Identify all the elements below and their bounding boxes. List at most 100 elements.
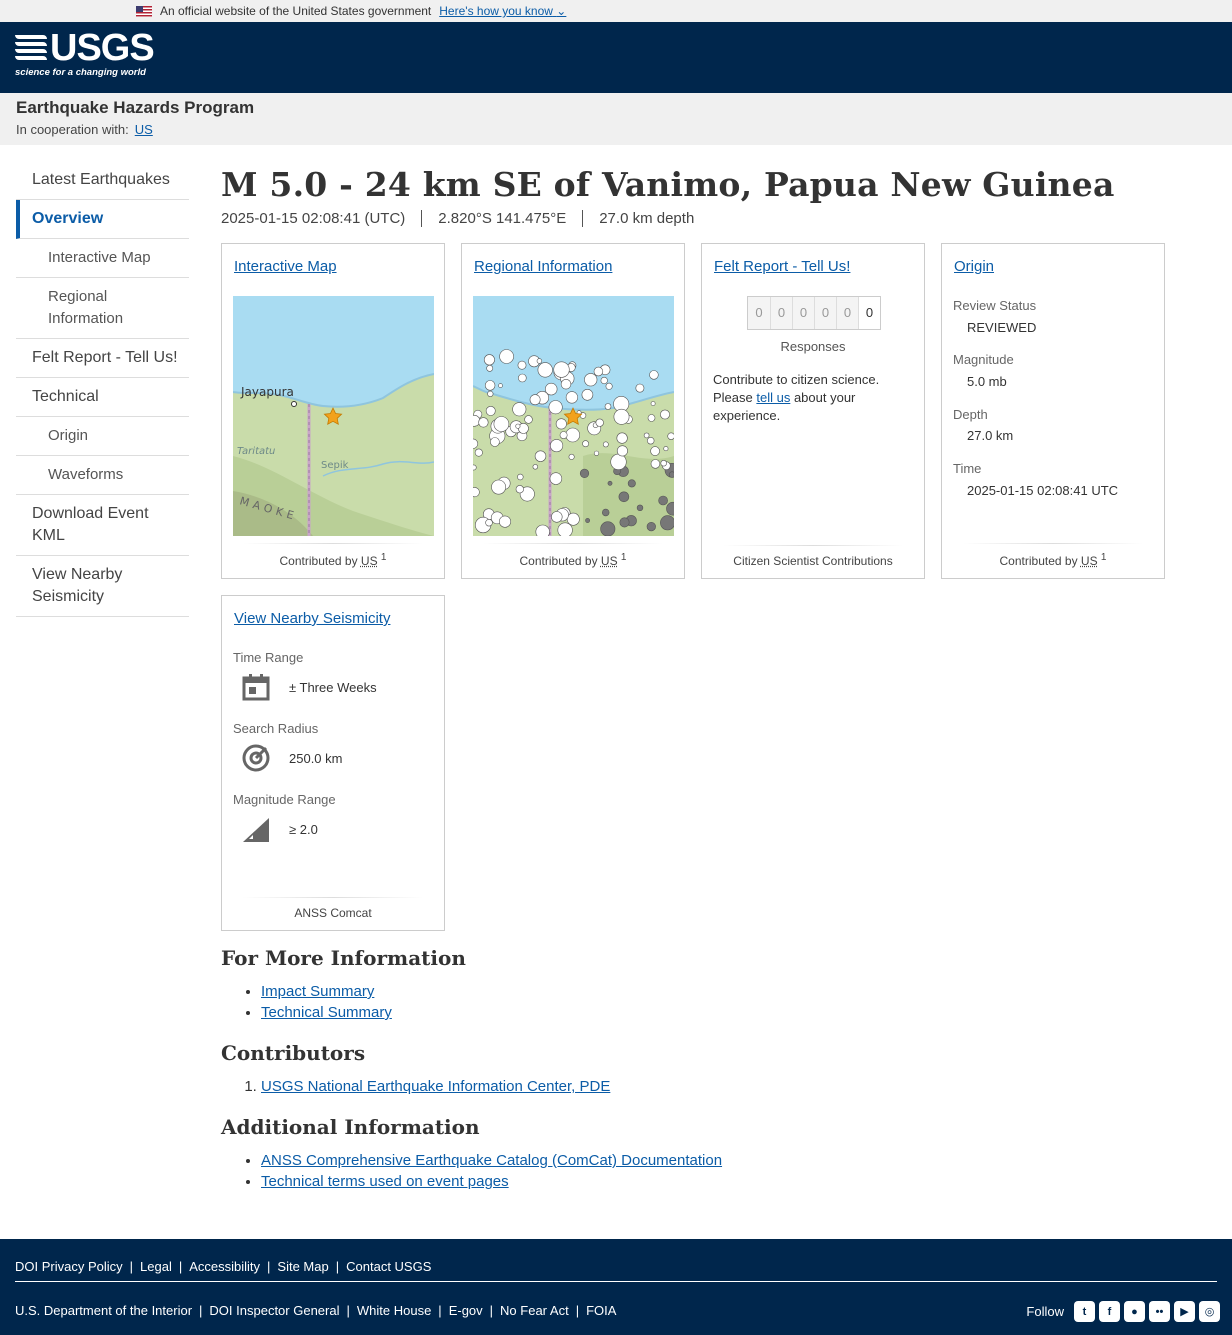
origin-card[interactable]: Origin Review Status REVIEWED Magnitude … (941, 243, 1165, 579)
regional-map-thumbnail[interactable] (473, 296, 674, 536)
contributors-list: USGS National Earthquake Information Cen… (261, 1076, 1211, 1097)
list-item: Technical terms used on event pages (261, 1171, 1211, 1192)
technical-summary-link[interactable]: Technical Summary (261, 1004, 392, 1021)
follow-label: Follow (1026, 1304, 1064, 1319)
earthquake-marker (498, 383, 503, 388)
earthquake-marker (619, 517, 630, 528)
twitter-icon[interactable]: t (1074, 1301, 1095, 1322)
earthquake-marker (473, 464, 477, 471)
nearby-seismicity-card-title[interactable]: View Nearby Seismicity (234, 610, 390, 627)
footer-link-no-fear-act[interactable]: No Fear Act (500, 1303, 569, 1318)
map-label-sepik: Sepik (321, 460, 349, 471)
earthquake-marker (524, 415, 533, 424)
earthquake-marker (568, 453, 575, 460)
felt-report-card[interactable]: Felt Report - Tell Us! 0 0 0 0 0 0 Respo… (701, 243, 925, 579)
interactive-map-card-title[interactable]: Interactive Map (234, 258, 337, 275)
cooperation-link[interactable]: US (135, 122, 153, 137)
felt-card-footer: Citizen Scientist Contributions (702, 545, 924, 568)
event-title: M 5.0 - 24 km SE of Vanimo, Papua New Gu… (221, 165, 1115, 204)
search-radius-label: Search Radius (233, 721, 319, 736)
tell-us-link[interactable]: tell us (756, 390, 790, 405)
us-flag-icon (136, 5, 152, 17)
earthquake-marker (602, 508, 610, 517)
interactive-map-thumbnail[interactable]: Jayapura Taritatu Sepik MAOKE (233, 296, 434, 536)
regional-information-card[interactable]: Regional Information Contributed by US 1 (461, 243, 685, 579)
comcat-documentation-link[interactable]: ANSS Comprehensive Earthquake Catalog (C… (261, 1152, 722, 1169)
search-radius-value: 250.0 km (289, 750, 343, 766)
usgs-logo[interactable]: USGS science for a changing world (15, 29, 155, 78)
earthquake-marker (650, 401, 656, 406)
earthquake-marker (490, 437, 500, 447)
origin-card-title[interactable]: Origin (954, 258, 994, 275)
earthquake-marker (532, 464, 538, 470)
felt-report-card-title[interactable]: Felt Report - Tell Us! (714, 258, 850, 275)
earthquake-marker (668, 471, 674, 478)
sidebar-item-regional-information[interactable]: Regional Information (16, 278, 189, 339)
sidebar-item-waveforms[interactable]: Waveforms (16, 456, 189, 495)
earthquake-marker (600, 376, 608, 385)
footer-link-inspector-general[interactable]: DOI Inspector General (209, 1303, 339, 1318)
nearby-seismicity-card[interactable]: View Nearby Seismicity Time Range ± Thre… (221, 595, 445, 931)
footer-link-legal[interactable]: Legal (140, 1259, 172, 1274)
earthquake-marker (565, 427, 580, 443)
neic-contributor-link[interactable]: USGS National Earthquake Information Cen… (261, 1078, 610, 1095)
earthquake-marker (560, 378, 572, 390)
magnitude-range-label: Magnitude Range (233, 792, 336, 807)
footer-link-doi[interactable]: U.S. Department of the Interior (15, 1303, 192, 1318)
radius-target-icon (241, 743, 271, 773)
sidebar-item-felt-report[interactable]: Felt Report - Tell Us! (16, 339, 189, 378)
sidebar-item-download-kml[interactable]: Download Event KML (16, 495, 189, 556)
earthquake-marker (627, 479, 636, 488)
earthquake-marker (581, 389, 594, 401)
earthquake-marker (647, 414, 656, 422)
earthquake-marker (491, 479, 506, 495)
footer-link-site-map[interactable]: Site Map (277, 1259, 328, 1274)
footer-link-foia[interactable]: FOIA (586, 1303, 616, 1318)
summary-cards: Interactive Map Jayapura Taritatu Sepik … (221, 243, 1211, 931)
sidebar-item-origin[interactable]: Origin (16, 417, 189, 456)
program-name[interactable]: Earthquake Hazards Program (16, 98, 1216, 118)
earthquake-marker (484, 380, 496, 391)
earthquake-marker (565, 391, 578, 404)
earthquake-marker (667, 432, 674, 440)
earthquake-marker (579, 468, 590, 478)
sidebar-item-latest-earthquakes[interactable]: Latest Earthquakes (16, 161, 189, 200)
earthquake-marker (474, 448, 483, 457)
footer-link-privacy[interactable]: DOI Privacy Policy (15, 1259, 123, 1274)
github-icon[interactable]: ● (1124, 1301, 1145, 1322)
instagram-icon[interactable]: ◎ (1199, 1301, 1220, 1322)
earthquake-marker (649, 370, 659, 380)
youtube-icon[interactable]: ▶ (1174, 1301, 1195, 1322)
earthquake-marker (536, 358, 543, 364)
earthquake-marker (549, 472, 563, 485)
earthquake-marker (485, 519, 493, 527)
interactive-map-card[interactable]: Interactive Map Jayapura Taritatu Sepik … (221, 243, 445, 579)
footer-link-accessibility[interactable]: Accessibility (189, 1259, 260, 1274)
technical-terms-link[interactable]: Technical terms used on event pages (261, 1173, 509, 1190)
sidebar-item-overview[interactable]: Overview (16, 200, 189, 239)
earthquake-marker (517, 360, 527, 370)
magnitude-ramp-icon (241, 814, 271, 844)
earthquake-marker (600, 521, 616, 536)
sidebar-item-interactive-map[interactable]: Interactive Map (16, 239, 189, 278)
origin-card-footer: Contributed by US 1 (942, 543, 1164, 568)
impact-summary-link[interactable]: Impact Summary (261, 983, 374, 1000)
contributors-heading: Contributors (221, 1041, 366, 1065)
sidebar-item-nearby-seismicity[interactable]: View Nearby Seismicity (16, 556, 189, 617)
footer-link-white-house[interactable]: White House (357, 1303, 431, 1318)
cooperation-line: In cooperation with: US (16, 122, 1216, 137)
flickr-icon[interactable]: •• (1149, 1301, 1170, 1322)
facebook-icon[interactable]: f (1099, 1301, 1120, 1322)
heres-how-you-know-link[interactable]: Here's how you know ⌄ (439, 4, 566, 18)
footer-link-contact[interactable]: Contact USGS (346, 1259, 431, 1274)
map-label-jayapura: Jayapura (240, 385, 294, 399)
earthquake-marker (550, 439, 564, 453)
earthquake-marker (635, 383, 645, 393)
usgs-waves-icon (15, 33, 47, 63)
time-value: 2025-01-15 02:08:41 UTC (967, 483, 1119, 498)
event-location: 2.820°S 141.475°E (421, 210, 582, 227)
sidebar-item-technical[interactable]: Technical (16, 378, 189, 417)
time-range-label: Time Range (233, 650, 304, 665)
regional-information-card-title[interactable]: Regional Information (474, 258, 612, 275)
footer-link-egov[interactable]: E-gov (449, 1303, 483, 1318)
